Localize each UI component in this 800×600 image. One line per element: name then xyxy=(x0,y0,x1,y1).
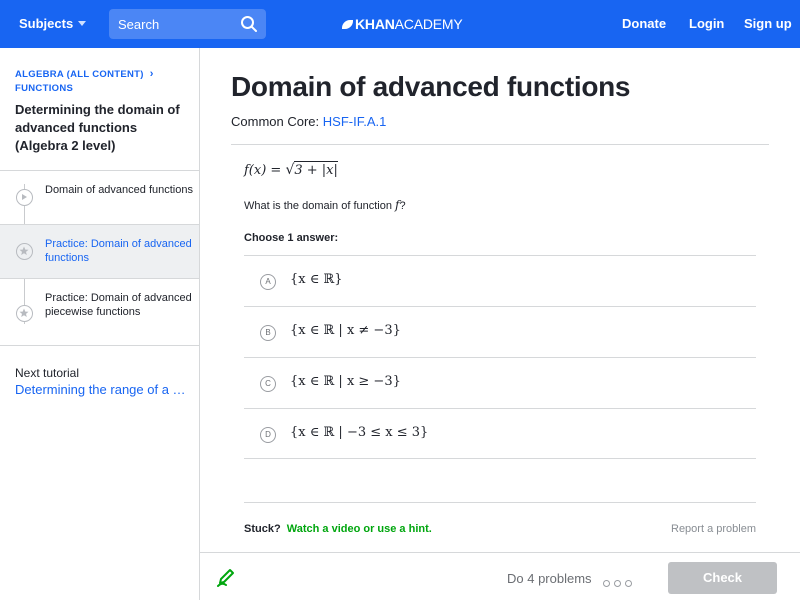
stuck-label: Stuck? xyxy=(244,523,281,535)
sidebar-item-label: Practice: Domain of advanced piecewise f… xyxy=(45,292,192,318)
answer-choice-d[interactable]: D {x ∈ ℝ | −3 ≤ x ≤ 3} xyxy=(244,408,756,459)
signup-link[interactable]: Sign up xyxy=(744,16,792,31)
answer-choices: A {x ∈ ℝ} B {x ∈ ℝ | x ≠ −3} C {x ∈ ℝ | x ≥… xyxy=(244,255,756,459)
next-tutorial-link[interactable]: Determining the range of a … xyxy=(15,382,193,397)
logo-bold-text: KHAN xyxy=(355,16,395,32)
question-text: What is the domain of function f? xyxy=(244,198,406,212)
divider xyxy=(231,144,769,145)
sidebar-item-practice-piecewise[interactable]: Practice: Domain of advanced piecewise f… xyxy=(0,278,199,346)
tutorial-sidebar: ALGEBRA (ALL CONTENT) › FUNCTIONS Determin… xyxy=(0,48,200,600)
problem-count: Do 4 problems xyxy=(507,571,592,586)
tutorial-title: Determining the domain of advanced funct… xyxy=(15,102,180,153)
scratchpad-pencil-icon[interactable] xyxy=(216,567,236,587)
sidebar-item-label: Practice: Domain of advanced functions xyxy=(45,238,192,264)
progress-dot xyxy=(614,580,621,587)
check-button[interactable]: Check xyxy=(668,562,777,594)
leaf-icon xyxy=(342,20,353,29)
function-lhs: f(x) = xyxy=(244,163,286,178)
subjects-menu[interactable]: Subjects xyxy=(19,16,87,31)
function-definition: f(x) = √3 + |x| xyxy=(244,161,338,178)
star-icon xyxy=(16,305,33,322)
common-core-label: Common Core: xyxy=(231,114,320,129)
progress-dots xyxy=(603,574,636,592)
answer-choice-b[interactable]: B {x ∈ ℝ | x ≠ −3} xyxy=(244,306,756,357)
common-core-link[interactable]: HSF-IF.A.1 xyxy=(323,114,387,129)
choice-text: {x ∈ ℝ | x ≠ −3} xyxy=(290,323,401,338)
search-icon[interactable] xyxy=(240,15,258,33)
search-placeholder: Search xyxy=(118,17,160,32)
hint-link[interactable]: Watch a video or use a hint. xyxy=(287,523,432,535)
exercise-footer: Do 4 problems Check xyxy=(200,552,800,600)
choice-letter: B xyxy=(260,325,276,341)
stuck-prompt: Stuck? Watch a video or use a hint. xyxy=(244,523,432,535)
choice-letter: C xyxy=(260,376,276,392)
logo-light-text: ACADEMY xyxy=(394,16,463,32)
next-tutorial-label: Next tutorial xyxy=(15,366,80,380)
chevron-down-icon xyxy=(78,21,87,26)
subjects-label: Subjects xyxy=(19,16,74,31)
choice-text: {x ∈ ℝ} xyxy=(290,272,343,287)
answer-choice-c[interactable]: C {x ∈ ℝ | x ≥ −3} xyxy=(244,357,756,408)
choice-text: {x ∈ ℝ | x ≥ −3} xyxy=(290,374,401,389)
choose-instruction: Choose 1 answer: xyxy=(244,232,339,244)
breadcrumb-child[interactable]: FUNCTIONS xyxy=(15,83,73,94)
divider xyxy=(244,502,756,503)
page-title: Domain of advanced functions xyxy=(231,71,631,102)
choice-letter: D xyxy=(260,427,276,443)
common-core-standard: Common Core: HSF-IF.A.1 xyxy=(231,114,386,129)
sidebar-item-label: Domain of advanced functions xyxy=(45,184,193,196)
choice-letter: A xyxy=(260,274,276,290)
khan-academy-logo[interactable]: KHANACADEMY xyxy=(342,16,463,32)
donate-link[interactable]: Donate xyxy=(622,16,666,31)
choice-text: {x ∈ ℝ | −3 ≤ x ≤ 3} xyxy=(290,425,429,440)
report-problem-link[interactable]: Report a problem xyxy=(671,523,756,535)
answer-choice-a[interactable]: A {x ∈ ℝ} xyxy=(244,255,756,306)
progress-dot xyxy=(625,580,632,587)
exercise-content: Domain of advanced functions Common Core… xyxy=(200,48,800,600)
sidebar-item-video[interactable]: Domain of advanced functions xyxy=(0,170,199,224)
chevron-right-icon: › xyxy=(149,68,154,80)
star-icon xyxy=(16,243,33,260)
login-link[interactable]: Login xyxy=(689,16,724,31)
search-input[interactable]: Search xyxy=(109,9,266,39)
question-suffix: ? xyxy=(399,200,406,212)
question-prefix: What is the domain of function xyxy=(244,200,396,212)
play-icon xyxy=(16,189,33,206)
top-navigation-bar: Subjects Search KHANACADEMY Donate Login… xyxy=(0,0,800,48)
progress-dot xyxy=(603,580,610,587)
breadcrumb[interactable]: ALGEBRA (ALL CONTENT) › FUNCTIONS xyxy=(15,67,193,96)
breadcrumb-parent[interactable]: ALGEBRA (ALL CONTENT) xyxy=(15,69,144,80)
function-radicand: 3 + |x| xyxy=(294,161,338,178)
sidebar-item-practice-domain[interactable]: Practice: Domain of advanced functions xyxy=(0,224,199,278)
